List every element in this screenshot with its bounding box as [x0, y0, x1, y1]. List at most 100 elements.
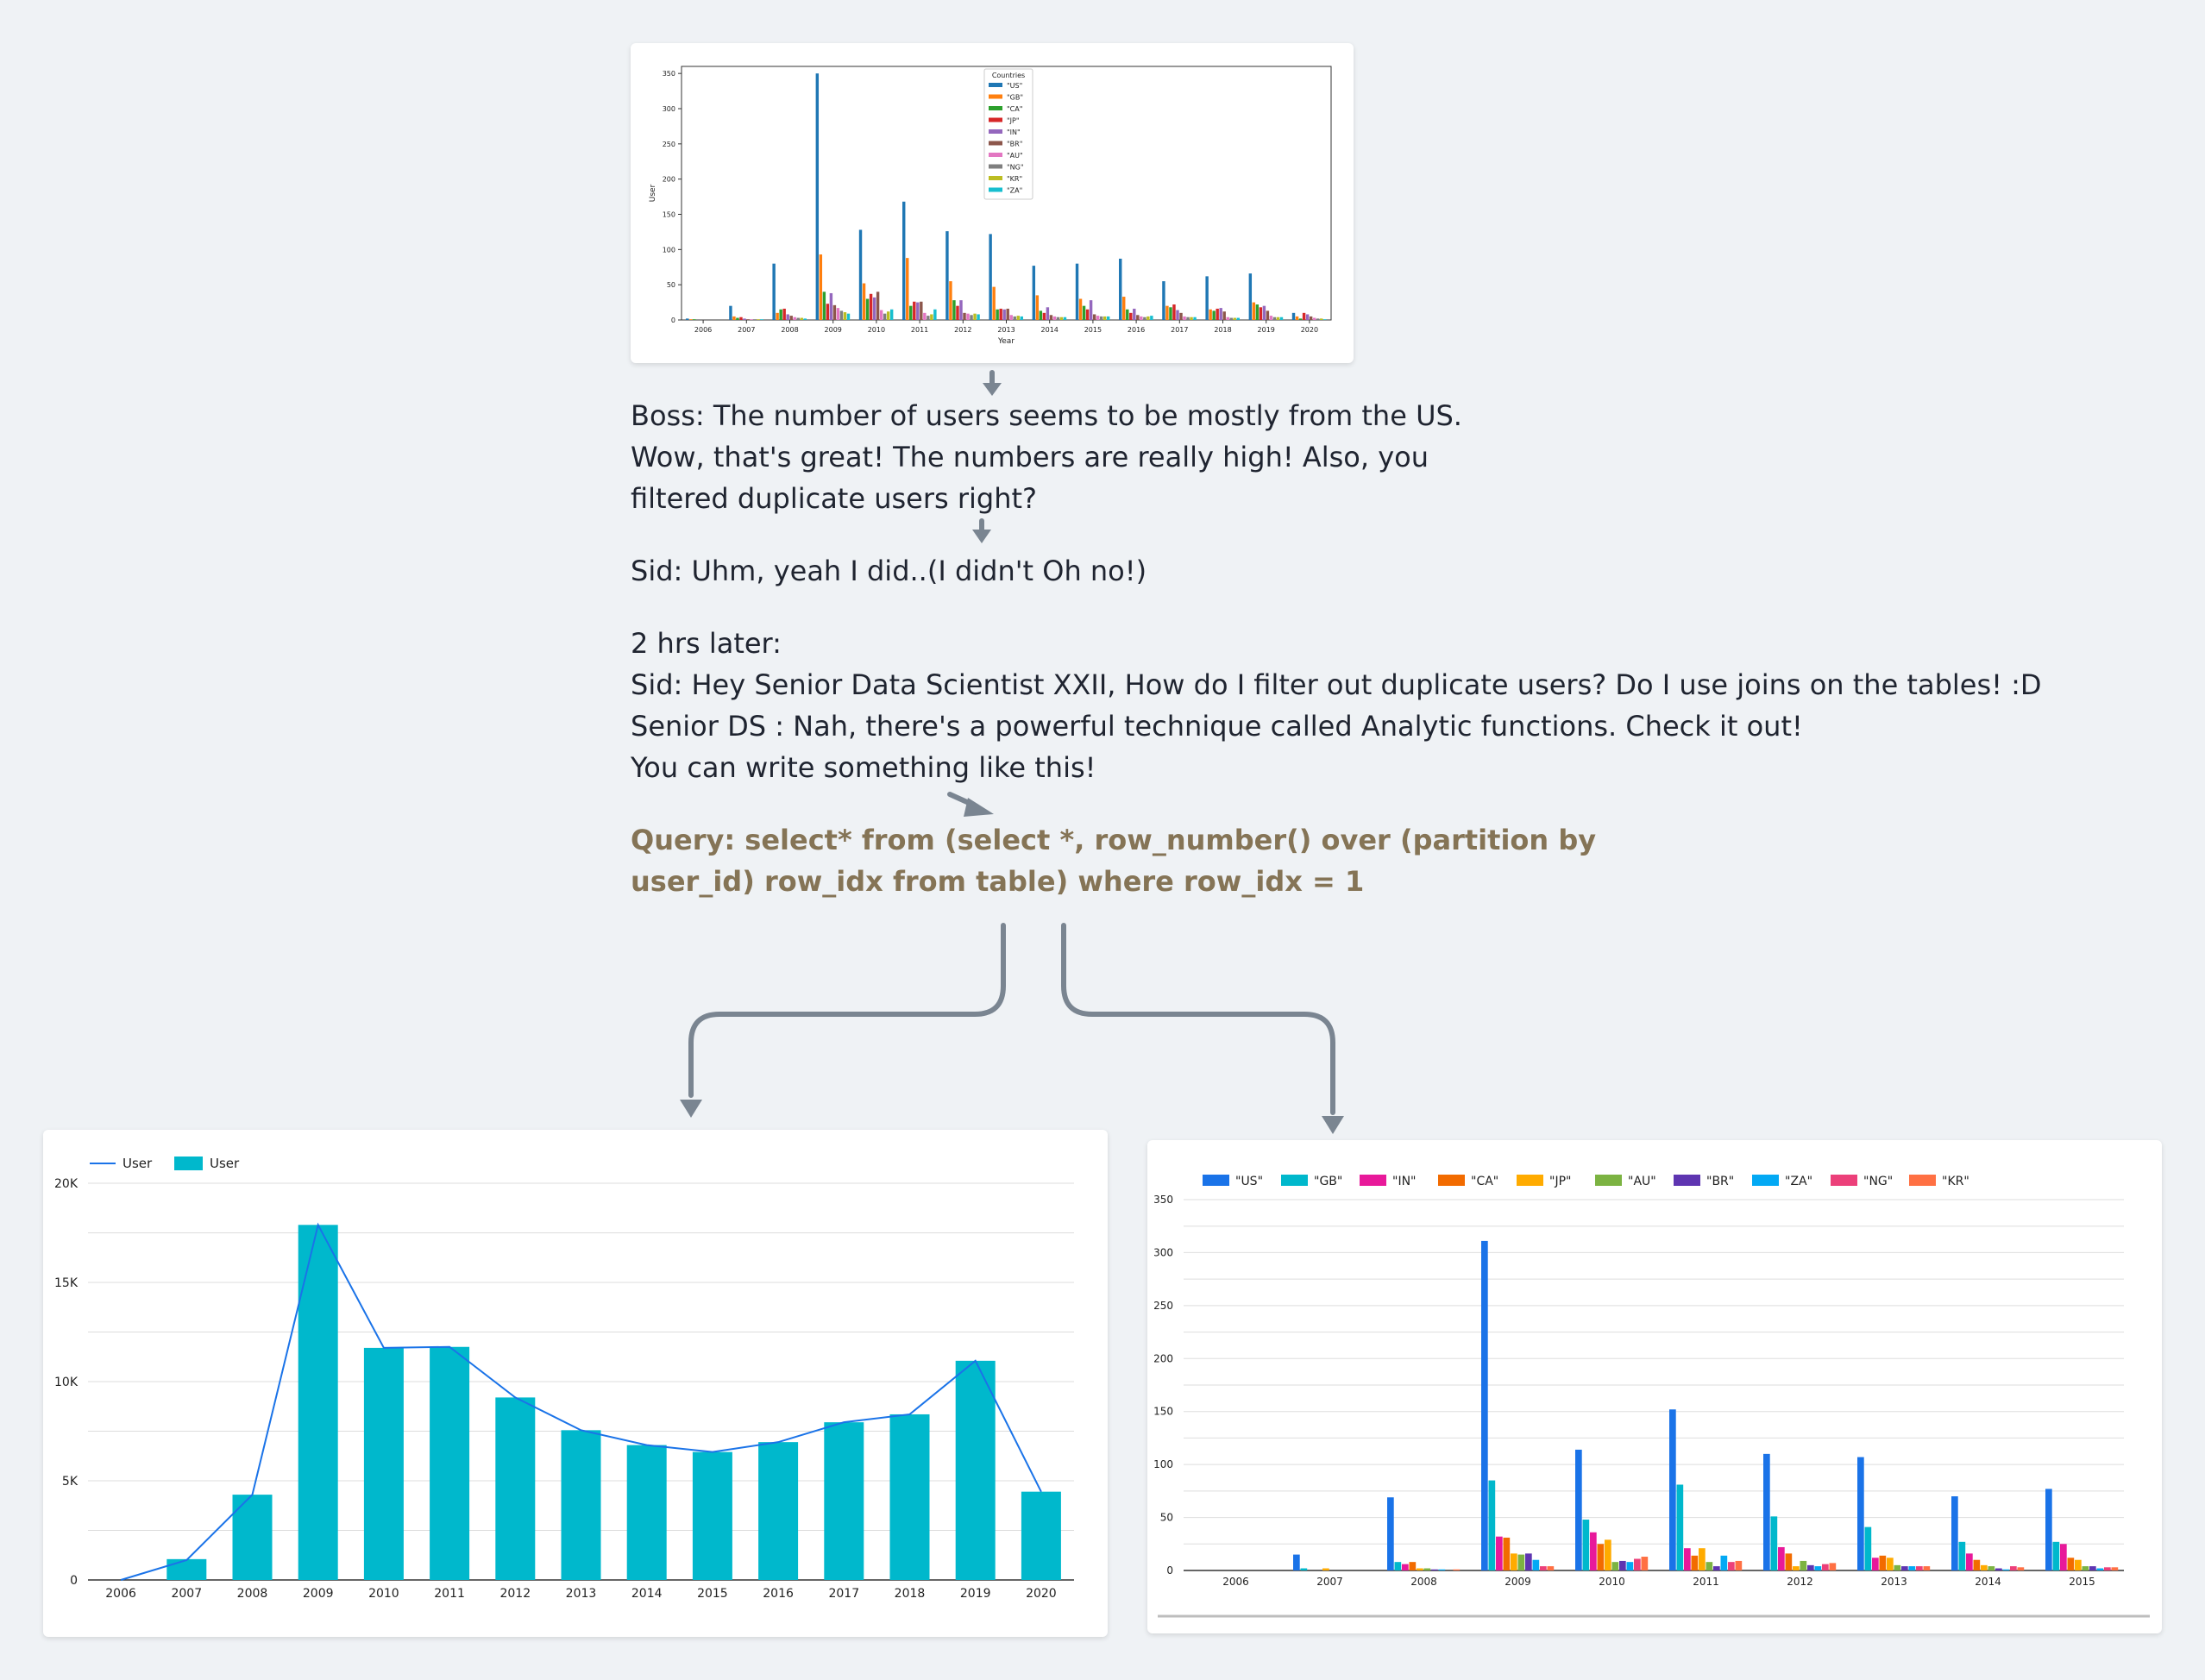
x-tick-label: 2008 — [1410, 1576, 1437, 1588]
bar — [955, 1360, 996, 1580]
bar — [1394, 1562, 1402, 1570]
bar — [1973, 1559, 1981, 1570]
bar — [1879, 1555, 1887, 1570]
bar — [1951, 1496, 1958, 1570]
x-tick-label: 2019 — [960, 1587, 991, 1601]
bar — [2067, 1558, 2075, 1570]
legend-swatch — [1438, 1175, 1465, 1186]
bar — [1387, 1497, 1394, 1570]
x-tick-label: 2010 — [368, 1587, 399, 1601]
x-tick-label: 2012 — [1787, 1576, 1813, 1588]
bar — [1995, 1568, 2002, 1570]
bar — [1706, 1562, 1713, 1570]
bar — [1676, 1484, 1684, 1570]
bar — [1481, 1240, 1488, 1570]
legend-swatch — [1674, 1175, 1700, 1186]
deduplicated-countries-chart-card: 0 50 100 150 200 250 300 350 2006 2007 2008 2009 201… — [1147, 1140, 2162, 1633]
legend-swatch — [1831, 1175, 1857, 1186]
x-tick-label: 2020 — [1026, 1587, 1057, 1601]
bar — [1800, 1560, 1807, 1570]
bar — [1908, 1566, 1916, 1570]
bar — [495, 1397, 536, 1580]
legend-label: "GB" — [1314, 1175, 1342, 1188]
x-tick-label: 2012 — [499, 1587, 531, 1601]
bar — [1793, 1566, 1800, 1570]
bar — [298, 1225, 338, 1580]
legend-swatch — [1360, 1175, 1386, 1186]
bar — [1778, 1546, 1785, 1570]
bar — [1901, 1566, 1908, 1570]
legend-bar-swatch — [174, 1157, 203, 1170]
arrowhead-diagonal — [964, 798, 994, 817]
arrow-to-left-chart — [688, 923, 1006, 1098]
x-tick-label: 2007 — [1316, 1576, 1343, 1588]
bar — [1807, 1564, 1814, 1570]
bar — [1300, 1568, 1308, 1570]
legend-swatch — [1909, 1175, 1936, 1186]
bar — [1829, 1563, 1837, 1570]
bar — [1713, 1566, 1720, 1570]
bar — [1417, 1568, 1423, 1570]
y-tick-label: 250 — [1153, 1300, 1173, 1312]
bar — [2082, 1566, 2089, 1570]
y-tick-label: 0 — [1166, 1564, 1173, 1577]
arrowhead-right — [1322, 1116, 1344, 1134]
bar — [1669, 1409, 1676, 1570]
x-tick-label: 2015 — [2069, 1576, 2095, 1588]
y-tick-label: 350 — [1153, 1194, 1173, 1206]
bar — [1626, 1562, 1634, 1570]
y-tick-label: 50 — [1160, 1512, 1173, 1524]
bar — [1597, 1544, 1605, 1570]
legend-label: "US" — [1235, 1175, 1263, 1188]
bar — [1857, 1457, 1864, 1570]
bar — [166, 1558, 207, 1580]
bar — [1634, 1558, 1641, 1570]
bar — [1496, 1536, 1503, 1570]
bar — [692, 1451, 732, 1580]
y-tick-label: 100 — [1153, 1458, 1173, 1470]
bar — [1488, 1480, 1496, 1570]
y-tick-label: 10K — [54, 1376, 79, 1389]
bar — [1691, 1555, 1699, 1570]
bar — [1887, 1558, 1894, 1570]
bar — [430, 1346, 470, 1580]
bar — [1525, 1553, 1532, 1570]
x-tick-label: 2009 — [303, 1587, 334, 1601]
bar — [1503, 1537, 1511, 1570]
x-tick-label: 2013 — [1881, 1576, 1907, 1588]
legend-label: "AU" — [1628, 1175, 1656, 1188]
total-users-combo-chart: 0 5K 10K 15K 20K 2006 2007 2008 2009 2010 2011 2012… — [54, 1156, 1074, 1601]
bar — [2052, 1541, 2060, 1570]
y-tick-label: 5K — [62, 1475, 79, 1489]
x-tick-label: 2013 — [566, 1587, 597, 1601]
y-tick-label: 15K — [54, 1276, 79, 1290]
y-tick-label: 0 — [70, 1574, 78, 1588]
bar — [1966, 1553, 1973, 1570]
legend-swatch — [1595, 1175, 1622, 1186]
bar — [2017, 1567, 2025, 1570]
bar — [1770, 1516, 1778, 1570]
bar — [1864, 1526, 1872, 1570]
bar — [1785, 1553, 1793, 1570]
y-tick-label: 300 — [1153, 1246, 1173, 1258]
arrow-to-right-chart — [1061, 923, 1335, 1115]
bar — [2111, 1567, 2119, 1570]
x-tick-label: 2006 — [1222, 1576, 1249, 1588]
bar — [1575, 1449, 1582, 1570]
legend-swatch — [1752, 1175, 1779, 1186]
bar — [1540, 1566, 1547, 1570]
bar — [1958, 1541, 1966, 1570]
bar — [1981, 1564, 1988, 1570]
bar — [1814, 1566, 1822, 1570]
bar — [2010, 1566, 2017, 1570]
bar — [1517, 1554, 1525, 1570]
bar — [1988, 1566, 1995, 1570]
x-tick-label: 2011 — [1693, 1576, 1719, 1588]
legend-label: "ZA" — [1785, 1175, 1812, 1188]
bar — [1872, 1558, 1879, 1570]
legend-swatch — [1203, 1175, 1229, 1186]
legend-label: "BR" — [1706, 1175, 1734, 1188]
bar — [1822, 1564, 1829, 1570]
deduplicated-countries-bar-chart: 0 50 100 150 200 250 300 350 2006 2007 2008 2009 201… — [1153, 1175, 2150, 1618]
bar — [1720, 1555, 1728, 1570]
